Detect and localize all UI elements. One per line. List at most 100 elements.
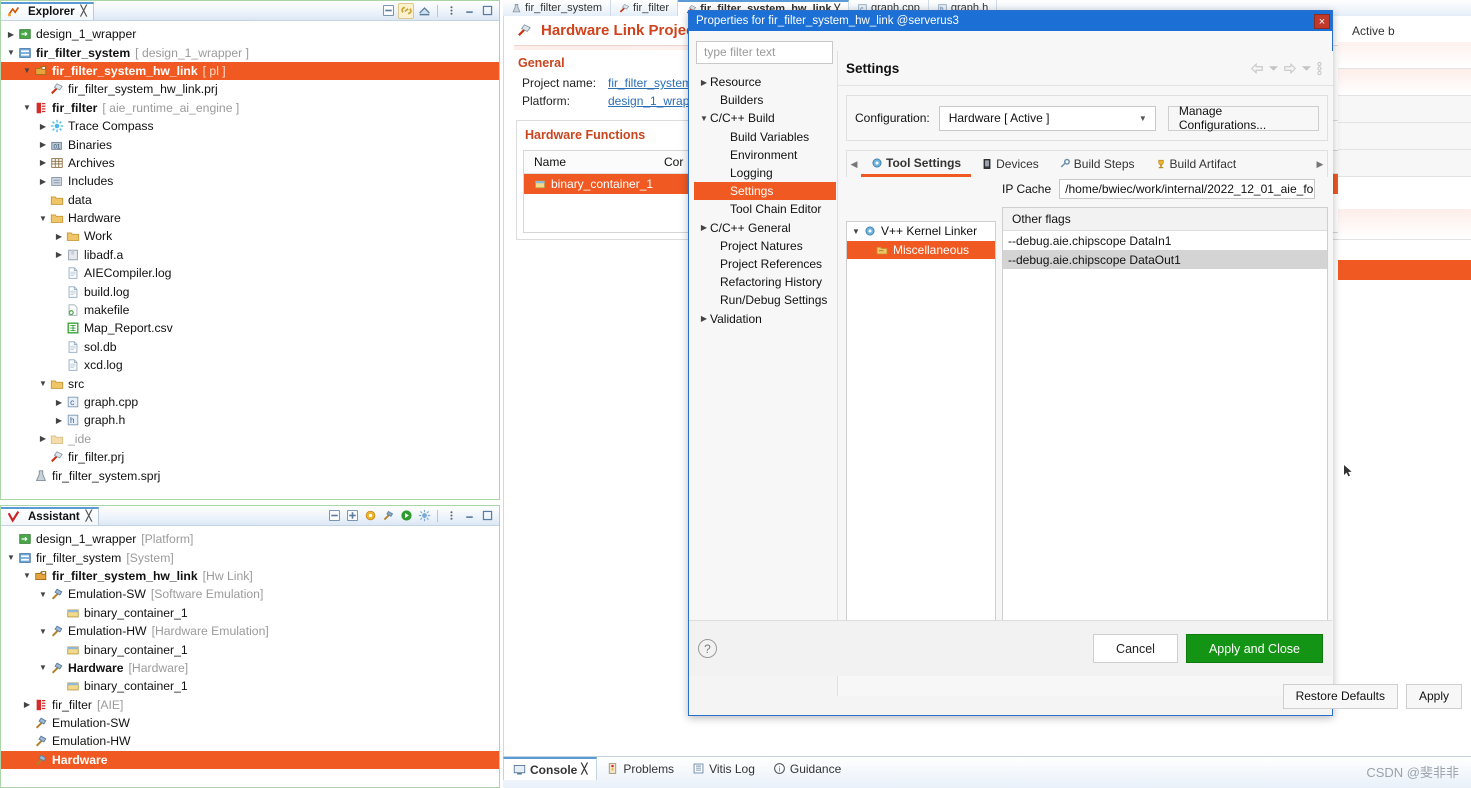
properties-nav-item-c-c-build[interactable]: ▼ C/C++ Build	[694, 109, 836, 127]
chevron-down-icon[interactable]: ▼	[37, 379, 49, 388]
chevron-down-icon[interactable]: ▼	[37, 590, 49, 599]
tree-item-fir-filter-system-hw-link-prj[interactable]: ▶ fir_filter_system_hw_link.prj	[1, 80, 499, 98]
tree-item-aiecompiler-log[interactable]: ▶ AIECompiler.log	[1, 264, 499, 282]
maximize-icon[interactable]	[479, 3, 495, 19]
manage-configurations-button[interactable]: Manage Configurations...	[1167, 104, 1319, 132]
chevron-right-icon[interactable]: ▶	[53, 232, 65, 241]
tab-tool-settings[interactable]: Tool Settings	[861, 151, 972, 177]
tree-item-fir-filter[interactable]: ▶ fir_filter [AIE]	[1, 696, 499, 714]
properties-nav-item-resource[interactable]: ▶ Resource	[694, 73, 836, 91]
tree-item-makefile[interactable]: ▶ makefile	[1, 301, 499, 319]
editor-tab-fir-filter-system[interactable]: fir_filter_system	[503, 0, 612, 16]
chevron-down-icon[interactable]: ▼	[21, 103, 33, 112]
tree-item-fir-filter-system[interactable]: ▼ fir_filter_system [System]	[1, 548, 499, 566]
tree-item-design-1-wrapper[interactable]: ▶ design_1_wrapper [Platform]	[1, 530, 499, 548]
chevron-right-icon[interactable]: ▶	[5, 30, 17, 39]
other-flag-row[interactable]: --debug.aie.chipscope DataIn1	[1003, 231, 1327, 250]
tree-item-emulation-hw[interactable]: ▶ Emulation-HW	[1, 732, 499, 750]
tree-item-design-1-wrapper[interactable]: ▶ design_1_wrapper	[1, 25, 499, 43]
help-icon[interactable]: ?	[698, 639, 717, 658]
maximize-icon[interactable]	[479, 508, 495, 524]
tab-build-steps[interactable]: Build Steps	[1049, 151, 1145, 177]
tree-item-hardware[interactable]: ▼ Hardware	[1, 209, 499, 227]
run-icon[interactable]	[398, 508, 414, 524]
console-tab-vitis-log[interactable]: Vitis Log	[683, 757, 764, 780]
link-with-editor-icon[interactable]	[398, 2, 414, 19]
tree-item-emulation-hw[interactable]: ▼ Emulation-HW [Hardware Emulation]	[1, 622, 499, 640]
build-hammer-icon[interactable]	[380, 508, 396, 524]
tree-item-binary-container-1[interactable]: ▶ binary_container_1	[1, 604, 499, 622]
import-icon[interactable]	[416, 3, 432, 19]
tree-item-ide[interactable]: ▶ _ide	[1, 430, 499, 448]
properties-nav-item-run-debug-settings[interactable]: ▶Run/Debug Settings	[694, 291, 836, 309]
tree-item-fir-filter-prj[interactable]: ▶ fir_filter.prj	[1, 448, 499, 466]
view-menu-icon[interactable]	[443, 3, 459, 19]
tabstrip-scroll-left[interactable]: ◀	[847, 159, 861, 170]
apply-and-close-button[interactable]: Apply and Close	[1185, 634, 1323, 663]
minimize-icon[interactable]	[461, 508, 477, 524]
properties-nav-item-tool-chain-editor[interactable]: ▶Tool Chain Editor	[694, 200, 836, 218]
other-flags-rows[interactable]: --debug.aie.chipscope DataIn1 --debug.aie…	[1003, 231, 1327, 269]
console-tab-guidance[interactable]: i Guidance	[764, 757, 850, 780]
tree-item-sol-db[interactable]: ▶ sol.db	[1, 338, 499, 356]
tree-item-data[interactable]: ▶ data	[1, 191, 499, 209]
console-tab-close[interactable]: ╳	[581, 764, 587, 775]
minimize-icon[interactable]	[461, 3, 477, 19]
chevron-right-icon[interactable]: ▶	[21, 700, 33, 709]
tab-assistant-close[interactable]: ╳	[86, 511, 92, 522]
chevron-right-icon[interactable]: ▶	[698, 78, 710, 87]
tree-item-includes[interactable]: ▶ Includes	[1, 172, 499, 190]
tree-item-emulation-sw[interactable]: ▶ Emulation-SW	[1, 714, 499, 732]
tree-item-build-log[interactable]: ▶ build.log	[1, 282, 499, 300]
chevron-right-icon[interactable]: ▶	[37, 177, 49, 186]
filter-input[interactable]: type filter text	[696, 41, 833, 64]
properties-nav-item-refactoring-history[interactable]: ▶Refactoring History	[694, 273, 836, 291]
tree-item-binaries[interactable]: ▶ 01 Binaries	[1, 135, 499, 153]
tool-tree-item-miscellaneous[interactable]: ▶ Miscellaneous	[847, 240, 995, 259]
collapse-all-icon[interactable]	[380, 3, 396, 19]
assistant-tree[interactable]: ▶design_1_wrapper[Platform]▼fir_filter_s…	[1, 526, 499, 770]
console-tab-console[interactable]: Console ╳	[503, 757, 598, 780]
chevron-down-icon[interactable]: ▼	[698, 114, 710, 123]
tree-item-emulation-sw[interactable]: ▼ Emulation-SW [Software Emulation]	[1, 585, 499, 603]
chevron-right-icon[interactable]: ▶	[37, 434, 49, 443]
configuration-select[interactable]: Hardware [ Active ] ▼	[938, 105, 1156, 131]
tree-item-libadf-a[interactable]: ▶ libadf.a	[1, 246, 499, 264]
tab-assistant[interactable]: Assistant ╳	[1, 506, 99, 525]
properties-nav-item-project-natures[interactable]: ▶Project Natures	[694, 237, 836, 255]
properties-nav-item-c-c-general[interactable]: ▶ C/C++ General	[694, 219, 836, 237]
chevron-down-icon[interactable]: ▼	[5, 48, 17, 57]
chevron-right-icon[interactable]: ▶	[37, 122, 49, 131]
tool-tree-item-v-kernel-linker[interactable]: ▼ V++ Kernel Linker	[847, 222, 995, 241]
forward-menu-caret-icon[interactable]	[1302, 65, 1311, 72]
chevron-right-icon[interactable]: ▶	[698, 223, 710, 232]
tree-item-fir-filter-system-hw-link[interactable]: ▼ fir_filter_system_hw_link [ pl ]	[1, 61, 499, 81]
tree-item-hardware[interactable]: ▼ Hardware [Hardware]	[1, 659, 499, 677]
apply-button[interactable]: Apply	[1405, 683, 1462, 709]
properties-nav-item-builders[interactable]: ▶Builders	[694, 91, 836, 109]
tree-item-hardware[interactable]: ▶ Hardware	[1, 750, 499, 770]
restore-defaults-button[interactable]: Restore Defaults	[1282, 683, 1398, 709]
close-icon[interactable]: ×	[1314, 13, 1330, 29]
tree-item-trace-compass[interactable]: ▶ Trace Compass	[1, 117, 499, 135]
chevron-down-icon[interactable]: ▼	[37, 627, 49, 636]
back-arrow-icon[interactable]	[1250, 62, 1264, 74]
explorer-tree[interactable]: ▶ design_1_wrapper ▼ fir_filter_system[ des…	[1, 21, 499, 485]
tabstrip-scroll-right[interactable]: ▶	[1313, 159, 1327, 170]
tree-item-graph-h[interactable]: ▶ h graph.h	[1, 411, 499, 429]
tree-item-src[interactable]: ▼ src	[1, 374, 499, 392]
field-value[interactable]: fir_filter_system_	[608, 76, 699, 90]
tree-item-archives[interactable]: ▶ Archives	[1, 154, 499, 172]
tree-item-map-report-csv[interactable]: ▶ Map_Report.csv	[1, 319, 499, 337]
other-flag-row[interactable]: --debug.aie.chipscope DataOut1	[1003, 250, 1327, 269]
tree-item-xcd-log[interactable]: ▶ xcd.log	[1, 356, 499, 374]
properties-nav-item-build-variables[interactable]: ▶Build Variables	[694, 128, 836, 146]
tree-item-fir-filter-system-sprj[interactable]: ▶ fir_filter_system.sprj	[1, 466, 499, 484]
tab-explorer[interactable]: Explorer ╳	[1, 1, 94, 20]
tree-item-fir-filter[interactable]: ▼ fir_filter [ aie_runtime_ai_engine ]	[1, 99, 499, 117]
back-menu-caret-icon[interactable]	[1269, 65, 1278, 72]
properties-nav-item-logging[interactable]: ▶Logging	[694, 164, 836, 182]
view-menu-icon[interactable]	[443, 508, 459, 524]
chevron-right-icon[interactable]: ▶	[698, 314, 710, 323]
tab-explorer-close[interactable]: ╳	[81, 6, 87, 17]
